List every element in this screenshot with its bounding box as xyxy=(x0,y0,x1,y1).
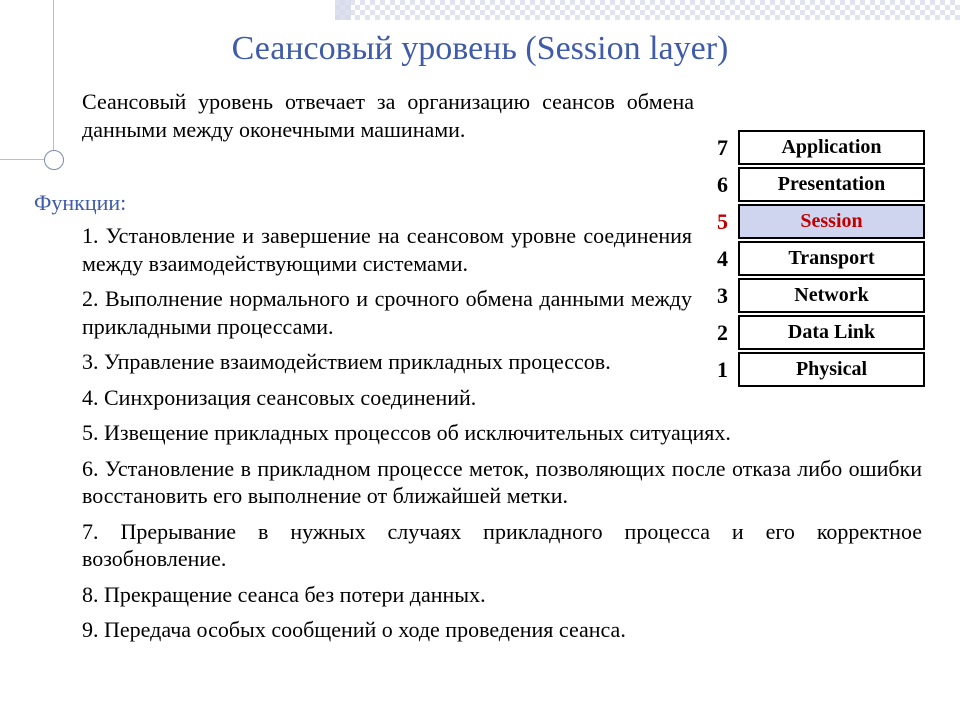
osi-box-presentation: Presentation xyxy=(738,167,925,202)
osi-box-datalink: Data Link xyxy=(738,315,925,350)
osi-num-3: 3 xyxy=(700,283,728,309)
intro-text: Сеансовый уровень отвечает за организаци… xyxy=(82,88,694,143)
osi-num-4: 4 xyxy=(700,246,728,272)
function-item-6: 6. Установление в прикладном процессе ме… xyxy=(82,455,922,510)
osi-row-7: 7 Application xyxy=(700,130,925,165)
osi-num-7: 7 xyxy=(700,135,728,161)
osi-row-6: 6 Presentation xyxy=(700,167,925,202)
osi-num-5: 5 xyxy=(700,209,728,235)
osi-row-5: 5 Session xyxy=(700,204,925,239)
osi-box-physical: Physical xyxy=(738,352,925,387)
osi-row-2: 2 Data Link xyxy=(700,315,925,350)
osi-box-session: Session xyxy=(738,204,925,239)
function-item-9: 9. Передача особых сообщений о ходе пров… xyxy=(82,616,922,644)
functions-heading: Функции: xyxy=(34,190,126,216)
osi-box-transport: Transport xyxy=(738,241,925,276)
decorative-circle-icon xyxy=(44,150,64,170)
slide-title: Сеансовый уровень (Session layer) xyxy=(0,30,960,68)
function-item-3: 3. Управление взаимодействием прикладных… xyxy=(82,348,692,376)
osi-layer-stack: 7 Application 6 Presentation 5 Session 4… xyxy=(700,130,925,389)
osi-num-2: 2 xyxy=(700,320,728,346)
decorative-top-border-cap xyxy=(335,0,351,20)
decorative-top-border xyxy=(335,0,960,20)
function-item-7: 7. Прерывание в нужных случаях прикладно… xyxy=(82,518,922,573)
osi-box-network: Network xyxy=(738,278,925,313)
osi-row-4: 4 Transport xyxy=(700,241,925,276)
osi-num-6: 6 xyxy=(700,172,728,198)
osi-row-1: 1 Physical xyxy=(700,352,925,387)
decorative-line-vertical xyxy=(53,0,54,150)
function-item-8: 8. Прекращение сеанса без потери данных. xyxy=(82,581,922,609)
decorative-line-horizontal xyxy=(0,159,44,160)
function-item-1: 1. Установление и завершение на сеансово… xyxy=(82,222,692,277)
osi-row-3: 3 Network xyxy=(700,278,925,313)
osi-num-1: 1 xyxy=(700,357,728,383)
function-item-2: 2. Выполнение нормального и срочного обм… xyxy=(82,285,692,340)
osi-box-application: Application xyxy=(738,130,925,165)
function-item-5: 5. Извещение прикладных процессов об иск… xyxy=(82,419,922,447)
